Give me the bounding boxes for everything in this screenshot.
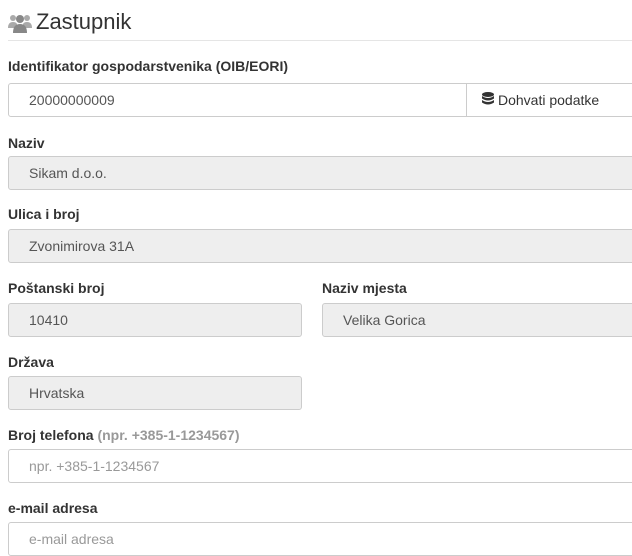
fetch-data-button[interactable]: Dohvati podatke [466,83,632,117]
email-input[interactable] [8,522,632,556]
postanski-field[interactable] [8,303,302,337]
ulica-label: Ulica i broj [8,206,80,222]
telefon-label: Broj telefona (npr. +385-1-1234567) [8,427,240,443]
page-title: Zastupnik [36,9,132,34]
drzava-field[interactable] [8,376,302,410]
naziv-field[interactable] [8,156,632,190]
email-label: e-mail adresa [8,500,98,516]
section-header: Zastupnik [8,4,632,41]
phone-input[interactable] [8,449,632,483]
ulica-field[interactable] [8,229,632,263]
mjesto-field[interactable] [322,303,632,337]
postanski-label: Poštanski broj [8,280,105,296]
oib-label: Identifikator gospodarstvenika (OIB/EORI… [8,58,289,74]
drzava-label: Država [8,354,54,370]
fetch-data-label: Dohvati podatke [498,92,600,108]
users-icon [8,13,32,33]
mjesto-label: Naziv mjesta [322,280,407,296]
oib-input[interactable] [8,83,467,117]
telefon-label-text: Broj telefona [8,427,94,443]
telefon-hint: (npr. +385-1-1234567) [97,427,240,443]
naziv-label: Naziv [8,135,45,151]
database-icon [482,85,494,117]
